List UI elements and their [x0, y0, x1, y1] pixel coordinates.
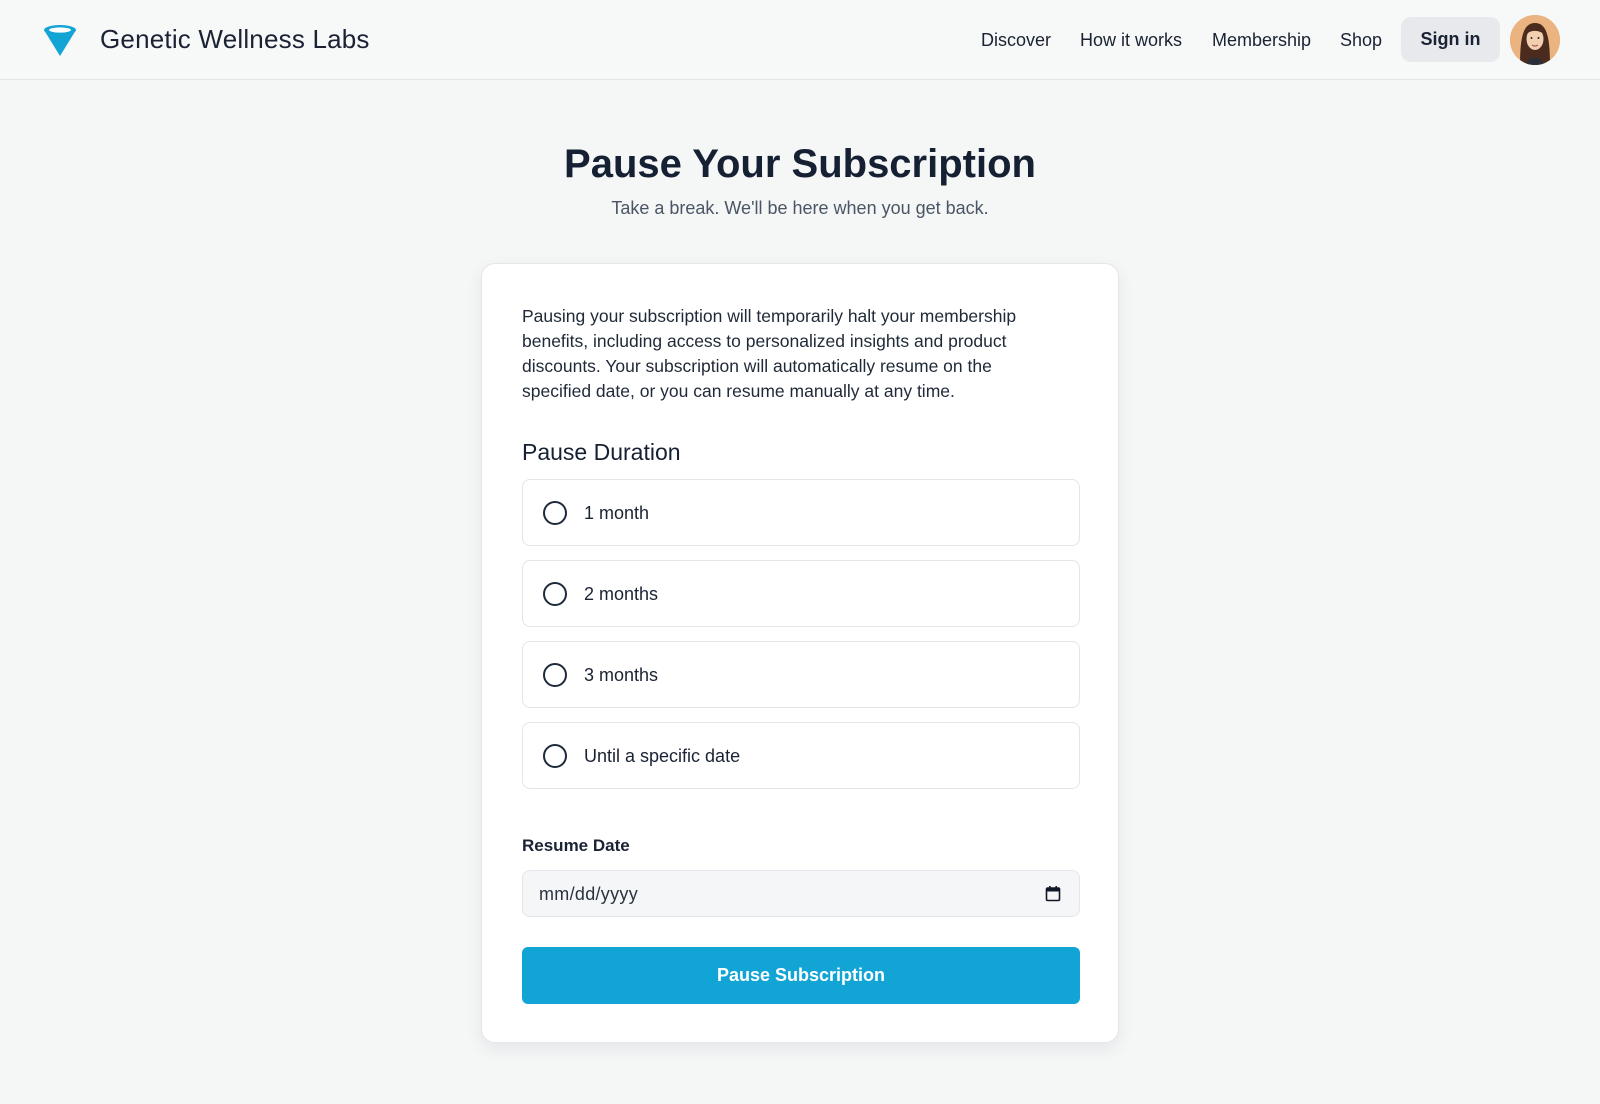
- date-placeholder: mm/dd/yyyy: [539, 884, 639, 904]
- top-navigation-bar: Genetic Wellness Labs Discover How it wo…: [0, 0, 1600, 80]
- page-title: Pause Your Subscription: [564, 142, 1036, 186]
- radio-button[interactable]: [543, 501, 567, 525]
- duration-option-specific-date[interactable]: Until a specific date: [522, 722, 1080, 789]
- nav-link-membership[interactable]: Membership: [1212, 28, 1311, 52]
- pause-duration-heading: Pause Duration: [522, 439, 681, 465]
- user-avatar[interactable]: [1510, 15, 1560, 65]
- duration-option-label: Until a specific date: [584, 746, 741, 766]
- resume-date-input[interactable]: mm/dd/yyyy: [522, 870, 1080, 917]
- sign-in-button[interactable]: Sign in: [1401, 17, 1500, 62]
- nav-link-discover[interactable]: Discover: [981, 28, 1051, 52]
- duration-option-label: 2 months: [584, 584, 659, 604]
- duration-option-1-month[interactable]: 1 month: [522, 479, 1080, 546]
- pause-subscription-button[interactable]: Pause Subscription: [522, 947, 1080, 1004]
- nav-link-how-it-works[interactable]: How it works: [1080, 28, 1182, 52]
- resume-date-label: Resume Date: [522, 836, 630, 855]
- radio-button[interactable]: [543, 744, 567, 768]
- funnel-cone-icon[interactable]: [42, 22, 78, 58]
- radio-button[interactable]: [543, 582, 567, 606]
- duration-option-2-months[interactable]: 2 months: [522, 560, 1080, 627]
- calendar-icon[interactable]: [1045, 885, 1061, 902]
- brand-name[interactable]: Genetic Wellness Labs: [100, 22, 370, 56]
- duration-option-3-months[interactable]: 3 months: [522, 641, 1080, 708]
- radio-button[interactable]: [543, 663, 567, 687]
- duration-option-label: 3 months: [584, 665, 659, 685]
- nav-link-shop[interactable]: Shop: [1340, 28, 1382, 52]
- duration-option-label: 1 month: [584, 503, 650, 523]
- pause-description: Pausing your subscription will temporari…: [522, 306, 1017, 401]
- avatar-portrait-icon: [1510, 15, 1560, 65]
- page-subtitle: Take a break. We'll be here when you get…: [611, 198, 989, 218]
- pause-subscription-card: Pausing your subscription will temporari…: [481, 263, 1119, 1043]
